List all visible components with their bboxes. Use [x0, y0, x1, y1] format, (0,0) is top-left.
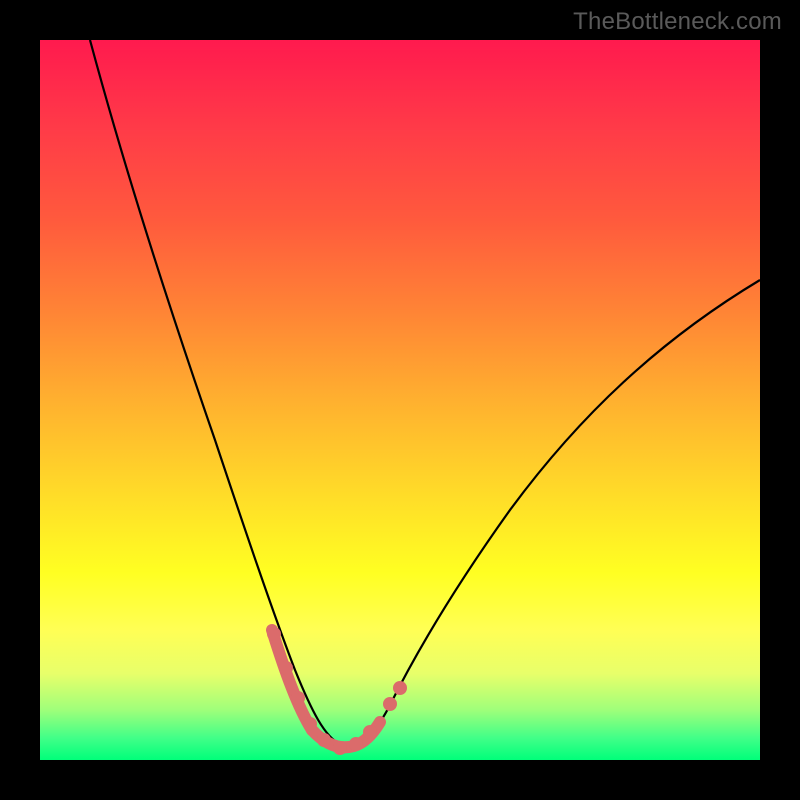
watermark-text: TheBottleneck.com: [573, 8, 782, 36]
marker-dot: [393, 681, 407, 695]
marker-dot: [303, 717, 317, 731]
plot-area: [40, 40, 760, 760]
optimal-range-markers: [267, 627, 407, 755]
marker-segment-left: [272, 630, 312, 730]
marker-dot: [363, 725, 377, 739]
curve-svg: [40, 40, 760, 760]
marker-dot: [349, 737, 363, 751]
marker-dot: [279, 661, 293, 675]
marker-dot: [291, 691, 305, 705]
marker-dot: [267, 627, 281, 641]
marker-dot: [333, 741, 347, 755]
bottleneck-curve: [90, 40, 760, 746]
marker-dot: [383, 697, 397, 711]
marker-dot: [317, 733, 331, 747]
chart-frame: TheBottleneck.com: [0, 0, 800, 800]
